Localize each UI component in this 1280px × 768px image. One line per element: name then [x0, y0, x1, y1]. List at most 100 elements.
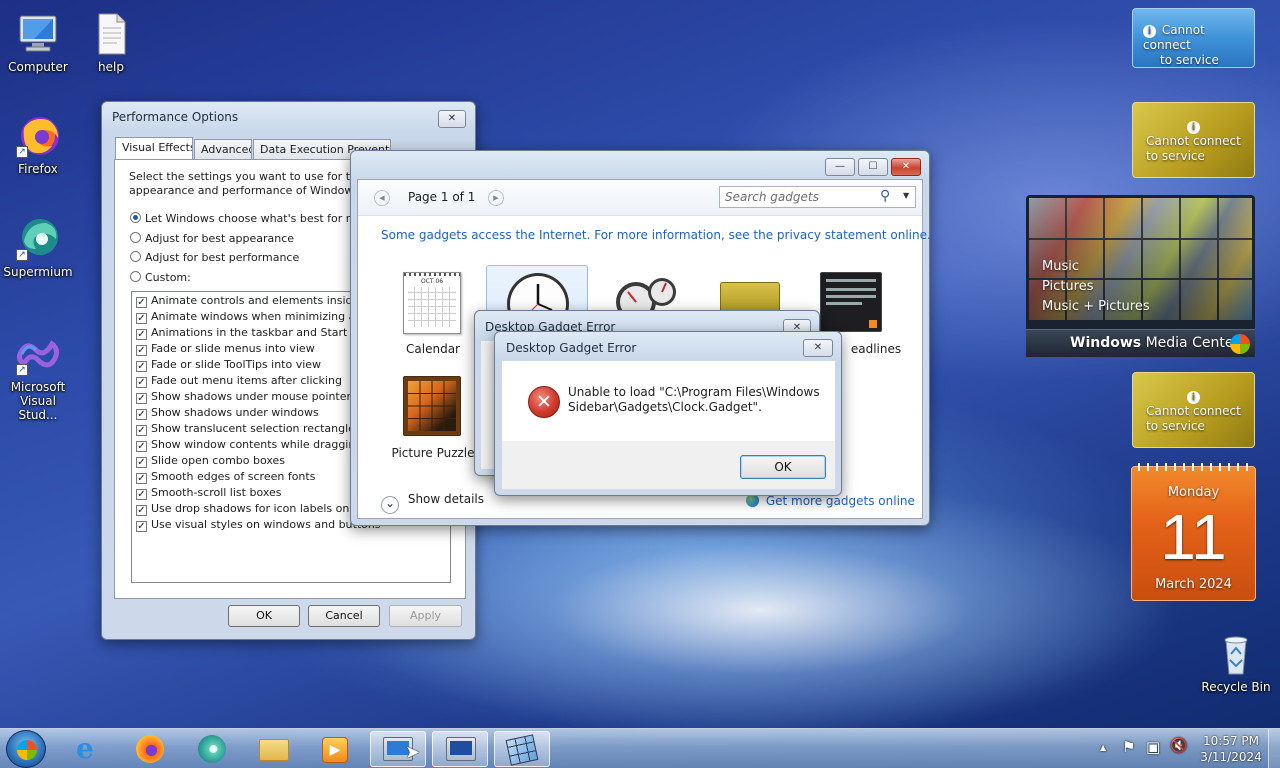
- taskbar: e ▶ ➤ ▲ ⚑ ▣ 🔇 10:57 PM 3/11/2024: [0, 728, 1280, 768]
- checkbox-row[interactable]: ✓ Show window contents while dragging: [136, 438, 362, 454]
- taskbar-firefox[interactable]: [122, 731, 178, 767]
- firefox-icon: ↗: [14, 112, 62, 160]
- error-ok-button[interactable]: OK: [740, 455, 826, 479]
- checkbox-checked: ✓: [136, 521, 147, 532]
- calendar-gadget[interactable]: Monday 11 March 2024: [1131, 463, 1256, 601]
- shortcut-arrow-icon: ↗: [16, 364, 28, 376]
- close-button[interactable]: ✕: [803, 339, 833, 357]
- desktop-icon-recycle-bin[interactable]: Recycle Bin: [1198, 630, 1274, 694]
- minimize-button[interactable]: —: [825, 158, 855, 176]
- get-more-gadgets-link[interactable]: Get more gadgets online: [746, 494, 915, 508]
- start-button[interactable]: [6, 730, 46, 768]
- checkbox-row[interactable]: ✓ Slide open combo boxes: [136, 454, 285, 470]
- show-desktop-button[interactable]: [1268, 729, 1280, 768]
- desktop-icon-firefox[interactable]: ↗ Firefox: [0, 112, 76, 176]
- currency-gadget[interactable]: i Cannot connect to service: [1132, 102, 1255, 178]
- currency-gadget-2[interactable]: i Cannot connect to service: [1132, 372, 1255, 448]
- show-hidden-icons-button[interactable]: ▲: [1100, 743, 1106, 752]
- checkbox-row[interactable]: ✓ Fade out menu items after clicking: [136, 374, 342, 390]
- chevron-down-icon[interactable]: ▼: [903, 191, 909, 200]
- taskbar-media-player[interactable]: ▶: [307, 731, 363, 767]
- close-icon: ✕: [813, 342, 823, 353]
- calendar-month-year: March 2024: [1155, 577, 1232, 592]
- gadget-picture-puzzle[interactable]: Picture Puzzle: [383, 372, 483, 472]
- taskbar-explorer[interactable]: [246, 731, 302, 767]
- recycle-bin-icon: [1212, 630, 1260, 678]
- apply-button[interactable]: Apply: [389, 605, 462, 627]
- checkbox-checked: ✓: [136, 345, 147, 356]
- checkbox-checked: ✓: [136, 489, 147, 500]
- checkbox-checked: ✓: [136, 473, 147, 484]
- network-icon[interactable]: ▣: [1146, 738, 1160, 756]
- taskbar-performance-options[interactable]: ➤: [370, 731, 426, 767]
- media-menu-item-music[interactable]: Music: [1042, 257, 1150, 277]
- media-menu-item-pictures[interactable]: Pictures: [1042, 277, 1150, 297]
- taskbar-supermium[interactable]: [184, 731, 240, 767]
- checkbox-row[interactable]: ✓ Smooth edges of screen fonts: [136, 470, 315, 486]
- desktop-icon-label: Computer: [8, 60, 68, 74]
- taskbar-gadget-gallery[interactable]: [432, 731, 488, 767]
- gadget-label: eadlines: [850, 342, 902, 356]
- radio-best-performance[interactable]: Adjust for best performance: [130, 251, 299, 267]
- checkbox-row[interactable]: ✓ Use visual styles on windows and button…: [136, 518, 381, 534]
- media-center-gadget[interactable]: Music Pictures Music + Pictures Windows …: [1026, 195, 1255, 357]
- error-message: Unable to load "C:\Program Files\Windows…: [568, 385, 820, 414]
- desktop-icon-supermium[interactable]: ↗ Supermium: [0, 215, 76, 279]
- checkbox-row[interactable]: ✓ Fade or slide ToolTips into view: [136, 358, 321, 374]
- page-prev-button[interactable]: ◀: [374, 190, 390, 206]
- arrow-right-icon: ▶: [493, 194, 499, 202]
- close-button[interactable]: ✕: [891, 158, 921, 176]
- text-file-icon: [87, 10, 135, 58]
- visual-studio-icon: ↗: [14, 330, 62, 378]
- weather-gadget[interactable]: i Cannot connect to service: [1132, 8, 1255, 68]
- checkbox-row[interactable]: ✓ Show translucent selection rectangle: [136, 422, 355, 438]
- desktop-icon-label: Microsoft Visual Stud...: [10, 380, 66, 422]
- system-clock[interactable]: 10:57 PM 3/11/2024: [1196, 733, 1266, 765]
- checkbox-checked: ✓: [136, 409, 147, 420]
- desktop-icon-visual-studio[interactable]: ↗ Microsoft Visual Stud...: [0, 330, 76, 422]
- desktop-icon-help[interactable]: help: [73, 10, 149, 74]
- maximize-icon: ☐: [868, 161, 878, 172]
- tab-visual-effects[interactable]: Visual Effects: [115, 137, 193, 159]
- calendar-month-label: OCT 06: [420, 278, 444, 285]
- info-icon: i: [1143, 25, 1156, 38]
- checkbox-row[interactable]: ✓ Smooth-scroll list boxes: [136, 486, 282, 502]
- desktop-icon-label: Supermium: [3, 265, 73, 279]
- checkbox-row[interactable]: ✓ Show shadows under mouse pointer: [136, 390, 351, 406]
- folder-icon: [259, 739, 289, 761]
- search-icon[interactable]: ⚲: [880, 188, 890, 204]
- tab-advanced[interactable]: Advanced: [194, 139, 252, 159]
- taskbar-gadget-error[interactable]: [494, 731, 550, 767]
- info-icon: i: [1187, 391, 1200, 404]
- checkbox-row[interactable]: ✓ Animations in the taskbar and Start Men…: [136, 326, 381, 342]
- checkbox-row[interactable]: ✓ Show shadows under windows: [136, 406, 319, 422]
- volume-muted-icon[interactable]: 🔇: [1170, 738, 1187, 754]
- supermium-icon: [198, 735, 226, 763]
- maximize-button[interactable]: ☐: [858, 158, 888, 176]
- calendar-gadget-icon: OCT 06: [403, 272, 461, 334]
- radio-best-appearance[interactable]: Adjust for best appearance: [130, 232, 294, 248]
- show-details-toggle[interactable]: ⌄ Show details: [381, 492, 484, 514]
- windows-logo-icon: [1230, 334, 1250, 354]
- close-button[interactable]: ✕: [438, 110, 466, 128]
- privacy-notice[interactable]: Some gadgets access the Internet. For mo…: [381, 228, 931, 242]
- cancel-button[interactable]: Cancel: [308, 605, 380, 627]
- media-menu-item-music-pictures[interactable]: Music + Pictures: [1042, 297, 1150, 317]
- chevron-down-icon: ⌄: [381, 496, 399, 514]
- radio-custom[interactable]: Custom:: [130, 271, 191, 287]
- desktop-icon-computer[interactable]: Computer: [0, 10, 76, 74]
- desktop-icon-label: Recycle Bin: [1201, 680, 1271, 694]
- page-next-button[interactable]: ▶: [488, 190, 504, 206]
- action-center-flag-icon[interactable]: ⚑: [1122, 738, 1135, 756]
- ok-button[interactable]: OK: [228, 605, 300, 627]
- media-center-brand: Windows Media Center: [1070, 335, 1240, 351]
- monitor-icon: [446, 737, 476, 761]
- gadget-label: Calendar: [406, 342, 460, 356]
- search-gadgets-box[interactable]: Search gadgets ⚲ ▼: [719, 186, 916, 208]
- gadget-calendar[interactable]: OCT 06 Calendar: [383, 268, 483, 368]
- checkbox-row[interactable]: ✓ Fade or slide menus into view: [136, 342, 315, 358]
- media-center-brand-bar: Windows Media Center: [1026, 329, 1255, 357]
- search-gadgets-input[interactable]: Search gadgets: [725, 190, 819, 204]
- taskbar-internet-explorer[interactable]: e: [62, 731, 118, 767]
- picture-puzzle-gadget-icon: [403, 376, 461, 436]
